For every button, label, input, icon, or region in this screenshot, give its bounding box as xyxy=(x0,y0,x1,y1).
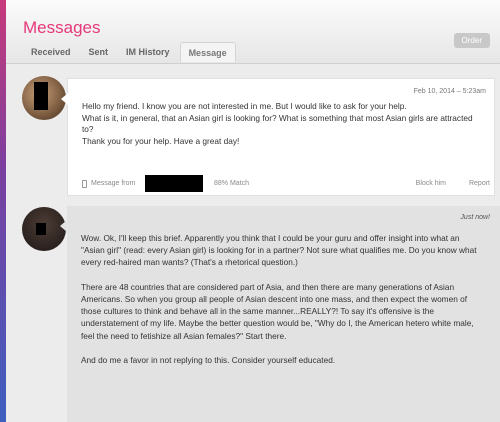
message-tabs: Received Sent IM History Message xyxy=(23,42,238,62)
message-from-label: Message from xyxy=(91,180,136,187)
received-message: Feb 10, 2014 – 5:23am Hello my friend. I… xyxy=(61,78,495,196)
tab-message[interactable]: Message xyxy=(179,42,236,62)
report-link[interactable]: Report xyxy=(469,180,490,187)
message-line: Hello my friend. I know you are not inte… xyxy=(82,101,407,111)
phone-icon xyxy=(82,180,87,188)
messages-header: Messages Received Sent IM History Messag… xyxy=(6,0,500,64)
tab-sent[interactable]: Sent xyxy=(81,42,117,62)
page-title: Messages xyxy=(23,18,101,37)
redaction-bar xyxy=(36,223,46,235)
tab-im-history[interactable]: IM History xyxy=(118,42,178,62)
block-link[interactable]: Block him xyxy=(416,180,446,187)
message-body: Hello my friend. I know you are not inte… xyxy=(82,101,478,147)
message-line: Thank you for your help. Have a great da… xyxy=(82,135,240,146)
redaction-box xyxy=(145,175,203,192)
reply-paragraph: Wow. Ok, I'll keep this brief. Apparentl… xyxy=(81,233,477,268)
message-timestamp: Just now! xyxy=(460,214,490,221)
tab-received[interactable]: Received xyxy=(23,42,79,62)
redaction-bar xyxy=(34,82,48,110)
message-date: Feb 10, 2014 – 5:23am xyxy=(413,88,486,95)
sender-avatar[interactable] xyxy=(22,76,66,120)
message-footer: Message from 88% Match Block him Report xyxy=(82,175,494,192)
reply-body: Wow. Ok, I'll keep this brief. Apparentl… xyxy=(81,232,485,378)
message-thread: Feb 10, 2014 – 5:23am Hello my friend. I… xyxy=(6,64,500,422)
order-button[interactable]: Order xyxy=(453,33,490,48)
reply-paragraph: There are 48 countries that are consider… xyxy=(81,281,474,341)
reply-message: Just now! Wow. Ok, I'll keep this brief.… xyxy=(60,206,500,422)
match-percentage: 88% Match xyxy=(214,180,250,187)
message-line: What is it, in general, that an Asian gi… xyxy=(82,112,473,135)
reply-paragraph: And do me a favor in not replying to thi… xyxy=(81,355,336,365)
